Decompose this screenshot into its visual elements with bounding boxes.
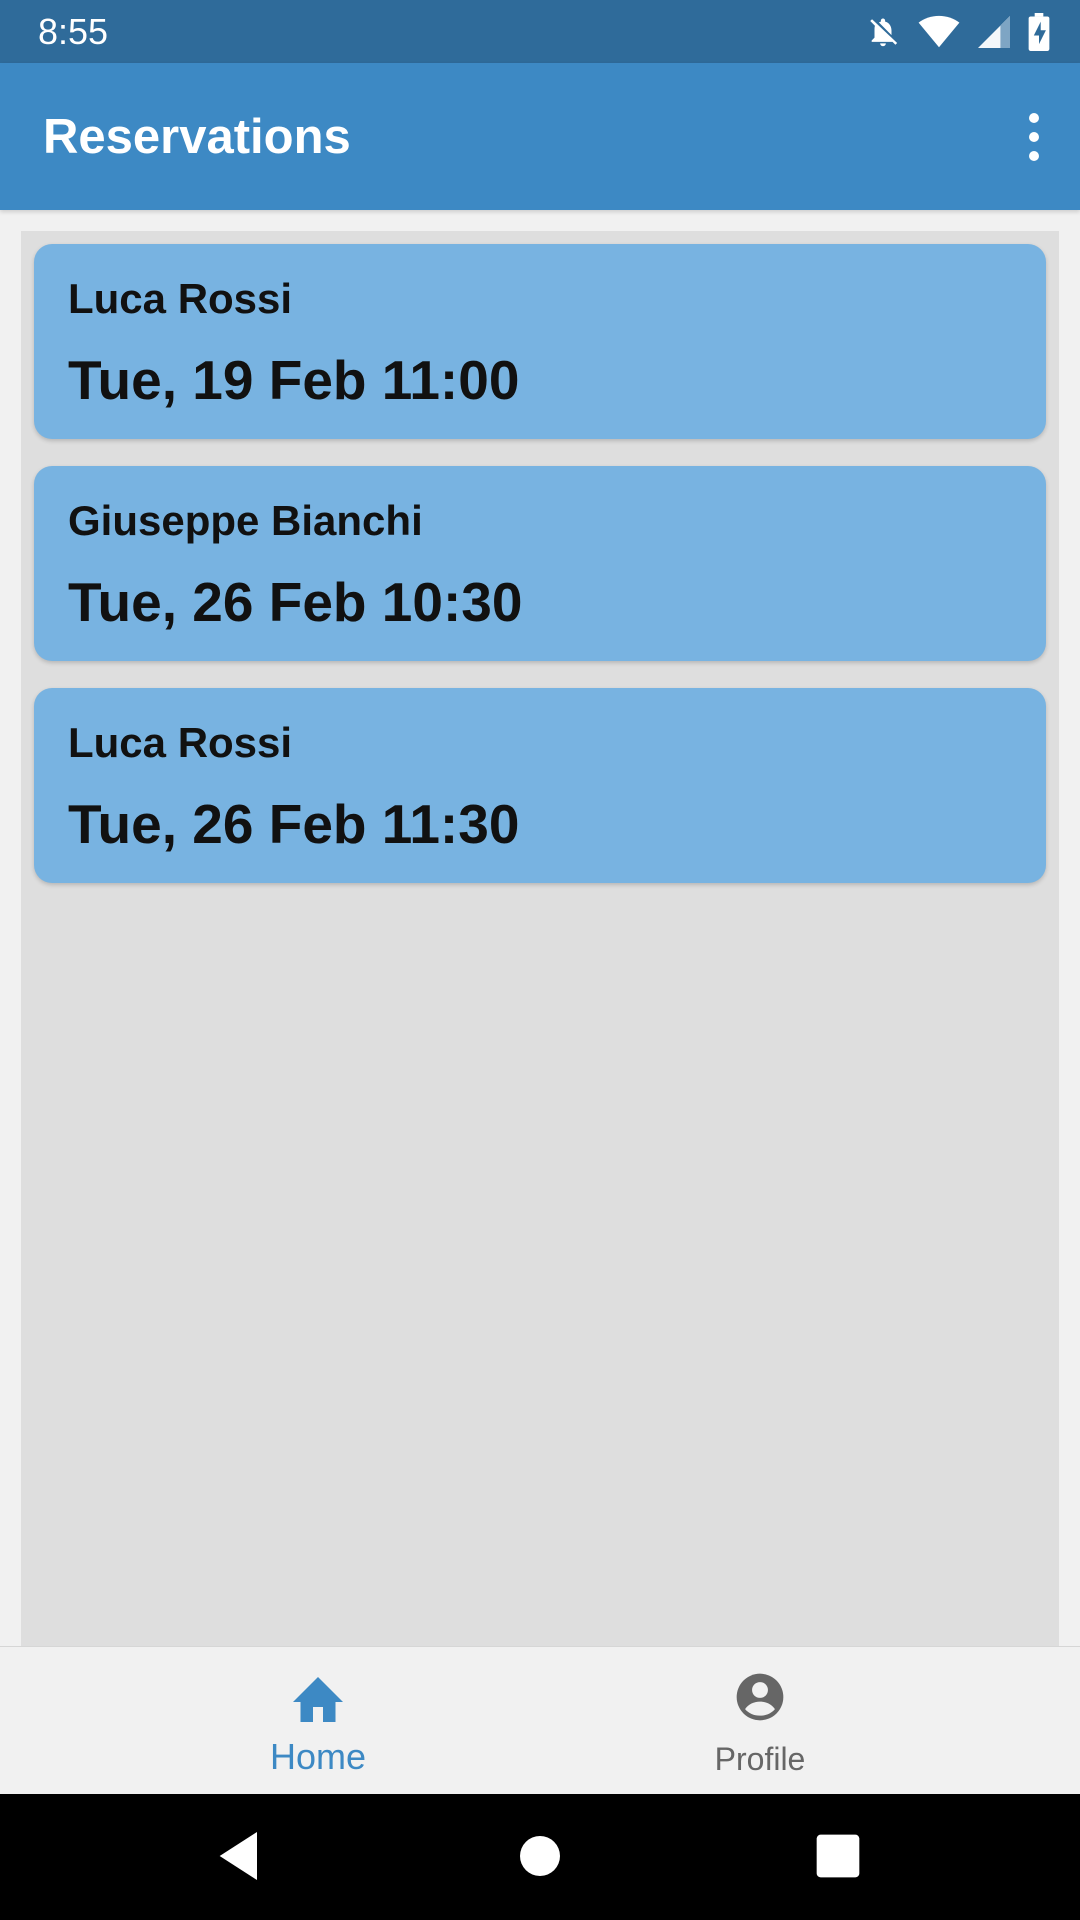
nav-label-home: Home <box>269 1736 367 1777</box>
more-options-button[interactable] <box>1014 105 1054 169</box>
more-vert-icon-dot <box>1029 151 1039 161</box>
reservation-name: Luca Rossi <box>68 719 293 766</box>
reservation-datetime: Tue, 26 Feb 10:30 <box>68 571 523 633</box>
more-vert-icon <box>1029 113 1039 123</box>
page-title: Reservations <box>43 110 351 164</box>
reservation-card[interactable]: Giuseppe Bianchi Tue, 26 Feb 10:30 <box>34 466 1046 661</box>
status-bar: 8:55 <box>0 0 1080 63</box>
nav-item-home[interactable]: Home <box>188 1647 448 1795</box>
recents-icon[interactable] <box>806 1824 870 1888</box>
wifi-icon <box>918 15 960 48</box>
reservations-list[interactable]: Luca Rossi Tue, 19 Feb 11:00 Giuseppe Bi… <box>21 231 1059 1646</box>
bottom-navigation: Home Profile <box>0 1646 1080 1795</box>
home-icon <box>293 1677 343 1722</box>
back-icon[interactable] <box>209 1824 273 1888</box>
reservations-screen: 8:55 Reservations Luca Rossi Tue, 19 Feb… <box>0 0 1080 1920</box>
cell-signal-icon <box>978 16 1010 48</box>
more-vert-icon-dot <box>1029 132 1039 142</box>
reservation-card[interactable]: Luca Rossi Tue, 19 Feb 11:00 <box>34 244 1046 439</box>
nav-item-profile[interactable]: Profile <box>630 1647 890 1795</box>
home-circle-icon[interactable] <box>508 1824 572 1888</box>
battery-charging-icon <box>1028 13 1050 51</box>
reservation-name: Luca Rossi <box>68 275 293 322</box>
reservation-card[interactable]: Luca Rossi Tue, 26 Feb 11:30 <box>34 688 1046 883</box>
reservation-datetime: Tue, 19 Feb 11:00 <box>68 349 520 411</box>
app-bar: Reservations <box>0 63 1080 210</box>
status-time: 8:55 <box>38 11 109 52</box>
account-circle-icon <box>736 1673 784 1721</box>
nav-label-profile: Profile <box>714 1741 806 1777</box>
notifications-off-icon <box>870 18 898 47</box>
system-navigation-bar <box>0 1794 1080 1920</box>
reservation-datetime: Tue, 26 Feb 11:30 <box>68 793 520 855</box>
reservation-name: Giuseppe Bianchi <box>68 497 423 544</box>
status-icons <box>866 12 1050 52</box>
